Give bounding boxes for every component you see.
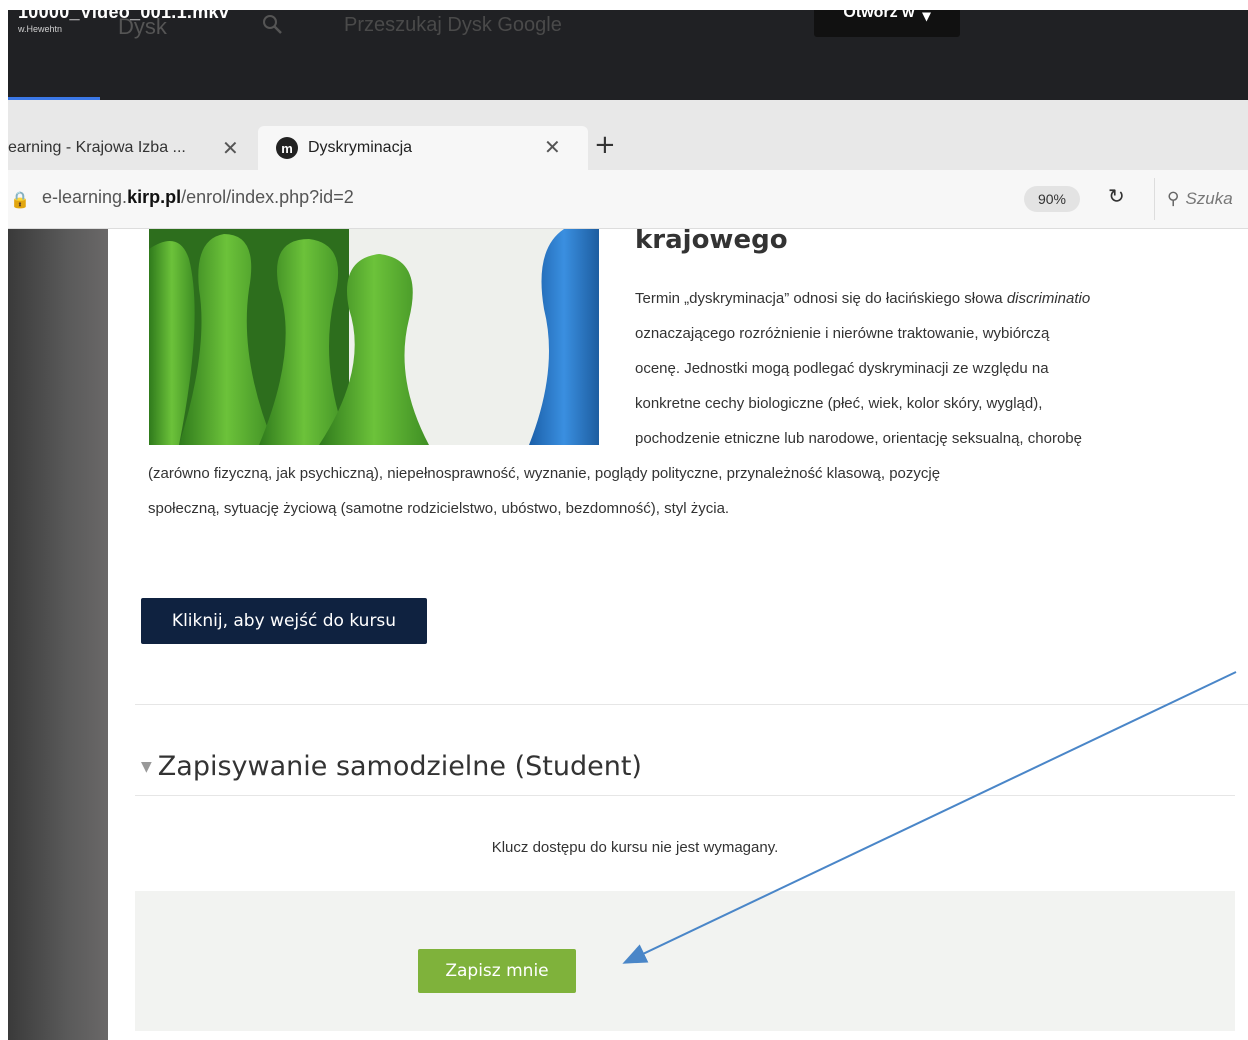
left-edge	[0, 100, 8, 1040]
close-icon[interactable]: ✕	[222, 136, 239, 161]
description-line: Termin „dyskryminacja” odnosi się do łac…	[635, 290, 1091, 307]
collapse-triangle-icon: ▼	[141, 758, 152, 775]
reload-icon[interactable]: ↻	[1108, 184, 1125, 208]
open-with-label: Otwórz w	[843, 10, 915, 21]
search-icon: ⚲	[1167, 189, 1180, 208]
address-bar: 🔒 e-learning.kirp.pl/enrol/index.php?id=…	[8, 170, 1248, 229]
side-drawer	[8, 229, 108, 1040]
url-field[interactable]: e-learning.kirp.pl/enrol/index.php?id=2	[42, 187, 354, 208]
self-enrol-heading: Zapisywanie samodzielne (Student)	[157, 751, 642, 782]
description-line: społeczną, sytuację życiową (samotne rod…	[148, 500, 730, 517]
drive-search-input[interactable]: Przeszukaj Dysk Google	[344, 14, 562, 37]
url-path: /enrol/index.php?id=2	[181, 187, 354, 207]
moodle-favicon-icon: m	[276, 137, 298, 159]
drive-label: Dysk	[118, 14, 167, 39]
search-icon[interactable]	[262, 14, 284, 36]
description-line: oznaczającego rozróżnienie i nierówne tr…	[635, 325, 1050, 342]
chevron-down-icon: ▾	[922, 10, 931, 25]
course-page: krajowego Termin „dyskryminacja” odnosi …	[8, 229, 1248, 1040]
self-enrol-section-toggle[interactable]: ▼ Zapisywanie samodzielne (Student)	[141, 751, 642, 782]
description-line: (zarówno fizyczną, jak psychiczną), niep…	[148, 465, 941, 482]
tab-bar: earning - Krajowa Izba ... ✕ m Dyskrymin…	[8, 100, 1248, 170]
tab-krajowa-izba[interactable]: earning - Krajowa Izba ... ✕	[8, 130, 252, 166]
close-icon[interactable]: ✕	[544, 135, 561, 160]
viewer-sub-label: w.Hewehtn	[18, 24, 63, 34]
tab-label: Dyskryminacja	[308, 139, 413, 156]
divider	[135, 795, 1235, 796]
url-prefix: e-learning.	[42, 187, 128, 207]
insecure-lock-icon[interactable]: 🔒	[10, 190, 30, 209]
description-line: pochodzenie etniczne lub narodowe, orien…	[635, 430, 1082, 447]
open-with-button[interactable]: Otwórz w ▾	[814, 10, 960, 37]
browser-search-input[interactable]: ⚲ Szuka	[1154, 178, 1248, 220]
url-domain: kirp.pl	[127, 187, 182, 207]
browser-window: earning - Krajowa Izba ... ✕ m Dyskrymin…	[8, 100, 1248, 1040]
description-line: konkretne cechy biologiczne (płeć, wiek,…	[635, 395, 1043, 412]
course-description: Termin „dyskryminacja” odnosi się do łac…	[148, 281, 1238, 526]
enrol-form-area	[135, 891, 1235, 1031]
browser-search-placeholder: Szuka	[1185, 189, 1233, 208]
tab-label: earning - Krajowa Izba ...	[8, 139, 186, 156]
description-line: ocenę. Jednostki mogą podlegać dyskrymin…	[635, 360, 1049, 377]
enrolment-key-note: Klucz dostępu do kursu nie jest wymagany…	[491, 839, 779, 856]
new-tab-plus-icon[interactable]: +	[594, 130, 616, 160]
enrol-me-button[interactable]: Zapisz mnie	[418, 949, 576, 993]
video-viewer-bar: 10000_Video_001.1.mkv w.Hewehtn Dysk Prz…	[8, 10, 1248, 100]
course-heading: krajowego	[635, 229, 788, 255]
tab-dyskryminacja[interactable]: m Dyskryminacja ✕	[258, 126, 588, 170]
enter-course-button[interactable]: Kliknij, aby wejść do kursu	[141, 598, 427, 644]
divider	[135, 704, 1248, 705]
top-strip	[0, 0, 1248, 10]
zoom-level-badge[interactable]: 90%	[1024, 186, 1080, 212]
